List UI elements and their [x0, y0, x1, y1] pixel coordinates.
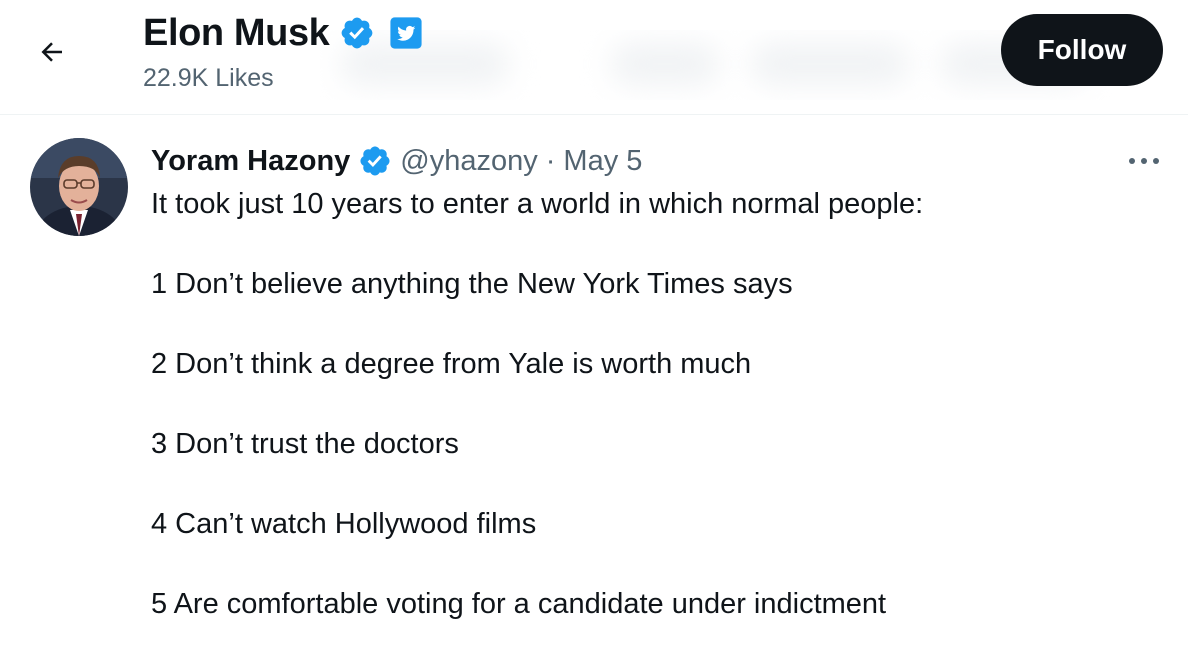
tweet-header: Yoram Hazony @yhazony · May 5	[151, 140, 642, 182]
likes-count: 22.9K Likes	[143, 64, 274, 92]
author-handle[interactable]: @yhazony	[400, 145, 537, 178]
tweet-line: It took just 10 years to enter a world i…	[151, 188, 924, 220]
tweet-line: 3 Don’t trust the doctors	[151, 428, 459, 460]
separator-dot: ·	[545, 144, 556, 177]
profile-header: Elon Musk 22.9K Likes Follow	[0, 0, 1188, 115]
more-horizontal-icon	[1129, 158, 1159, 164]
avatar-photo	[30, 138, 128, 236]
verified-badge-icon	[360, 146, 390, 176]
profile-title-row: Elon Musk	[143, 10, 423, 56]
tweet-date[interactable]: May 5	[563, 145, 642, 178]
avatar[interactable]	[30, 138, 128, 236]
arrow-left-icon	[41, 42, 62, 62]
profile-likes-page: Elon Musk 22.9K Likes Follow Yoram Hazon…	[0, 0, 1188, 668]
tweet-line: 4 Can’t watch Hollywood films	[151, 508, 537, 540]
tweet-text: It took just 10 years to enter a world i…	[151, 184, 1151, 624]
back-button[interactable]	[26, 26, 78, 78]
tweet-line: 2 Don’t think a degree from Yale is wort…	[151, 348, 752, 380]
tweet-line: 1 Don’t believe anything the New York Ti…	[151, 268, 793, 300]
author-name[interactable]: Yoram Hazony	[151, 145, 350, 178]
twitter-bird-badge-icon	[390, 17, 423, 49]
verified-badge-icon	[342, 17, 373, 49]
tweet-line: 5 Are comfortable voting for a candidate…	[151, 588, 887, 620]
profile-name: Elon Musk	[143, 11, 330, 54]
follow-button[interactable]: Follow	[1001, 14, 1163, 86]
more-options-button[interactable]	[1120, 146, 1168, 176]
